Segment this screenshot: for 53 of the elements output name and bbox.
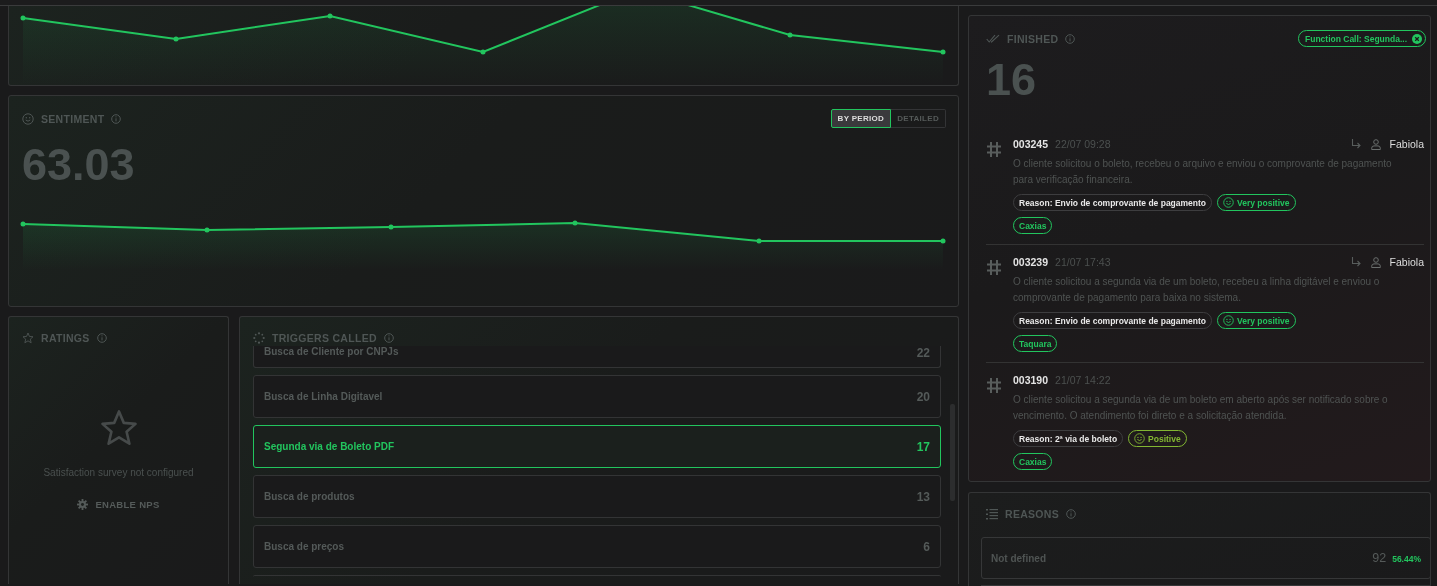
panel-title: REASONS: [1005, 508, 1060, 520]
trigger-item[interactable]: Busca de Cliente por CNPJs 22: [253, 346, 941, 368]
agent-name: Fabiola: [1389, 256, 1424, 268]
trigger-item[interactable]: Segunda via de Boleto PDF 17: [253, 425, 941, 468]
hash-icon: [986, 377, 1002, 394]
smiley-icon: [1134, 433, 1146, 444]
smiley-icon: [22, 112, 34, 125]
list-icon: [986, 508, 998, 520]
enable-nps-button[interactable]: ENABLE NPS: [73, 497, 164, 512]
reason-label: Not defined: [991, 552, 1046, 564]
view-toggle-tab[interactable]: DETAILED: [891, 109, 946, 128]
trigger-count: 17: [916, 439, 930, 454]
smiley-icon: [1223, 315, 1235, 326]
trigger-name: Busca de Linha Digitavel: [264, 391, 383, 402]
star-icon: [22, 332, 34, 344]
turn-arrow-icon: [1350, 257, 1362, 267]
person-icon: [1370, 256, 1381, 268]
reason-row[interactable]: Not defined 92 56.44%: [981, 537, 1430, 579]
conversation-id: 003190: [1013, 374, 1049, 386]
turn-arrow-icon: [1350, 139, 1362, 149]
trigger-name: Busca de preços: [264, 541, 345, 552]
trigger-name: Busca de Cliente por CNPJs: [264, 346, 399, 357]
panel-title: RATINGS: [41, 332, 90, 344]
info-icon: [1065, 33, 1076, 44]
hash-icon: [986, 259, 1002, 276]
reason-count: 92: [1372, 551, 1387, 565]
trigger-count: 20: [916, 389, 930, 404]
info-icon: [111, 113, 122, 124]
trigger-name: Segunda via de Boleto PDF: [264, 441, 395, 452]
view-toggle-tab[interactable]: BY PERIOD: [830, 109, 892, 128]
agent-name: Fabiola: [1389, 138, 1424, 150]
trigger-item[interactable]: Busca de Linha Digitavel 20: [253, 375, 941, 418]
info-icon: [96, 333, 107, 343]
trigger-count: 22: [916, 346, 930, 360]
trigger-name: Busca de produtos: [264, 491, 355, 502]
conversation-id: 003239: [1013, 256, 1049, 268]
info-icon: [1066, 509, 1077, 519]
trigger-item[interactable]: Busca de preços 6: [253, 525, 941, 568]
double-check-icon: [986, 34, 1000, 43]
panel-title: FINISHED: [1007, 32, 1059, 45]
trigger-item[interactable]: Busca de produtos 13: [253, 475, 941, 518]
person-icon: [1370, 138, 1381, 150]
smiley-icon: [1223, 197, 1235, 208]
trigger-count: 13: [916, 489, 930, 504]
reason-percent: 56.44%: [1392, 554, 1421, 564]
info-icon: [383, 333, 394, 343]
settings-icon: [77, 499, 89, 510]
star-icon: [98, 409, 139, 447]
hash-icon: [986, 141, 1002, 158]
sparkle-icon: [253, 332, 265, 344]
trigger-count: 6: [923, 539, 930, 554]
close-icon[interactable]: [1412, 33, 1422, 44]
conversation-id: 003245: [1013, 138, 1049, 150]
